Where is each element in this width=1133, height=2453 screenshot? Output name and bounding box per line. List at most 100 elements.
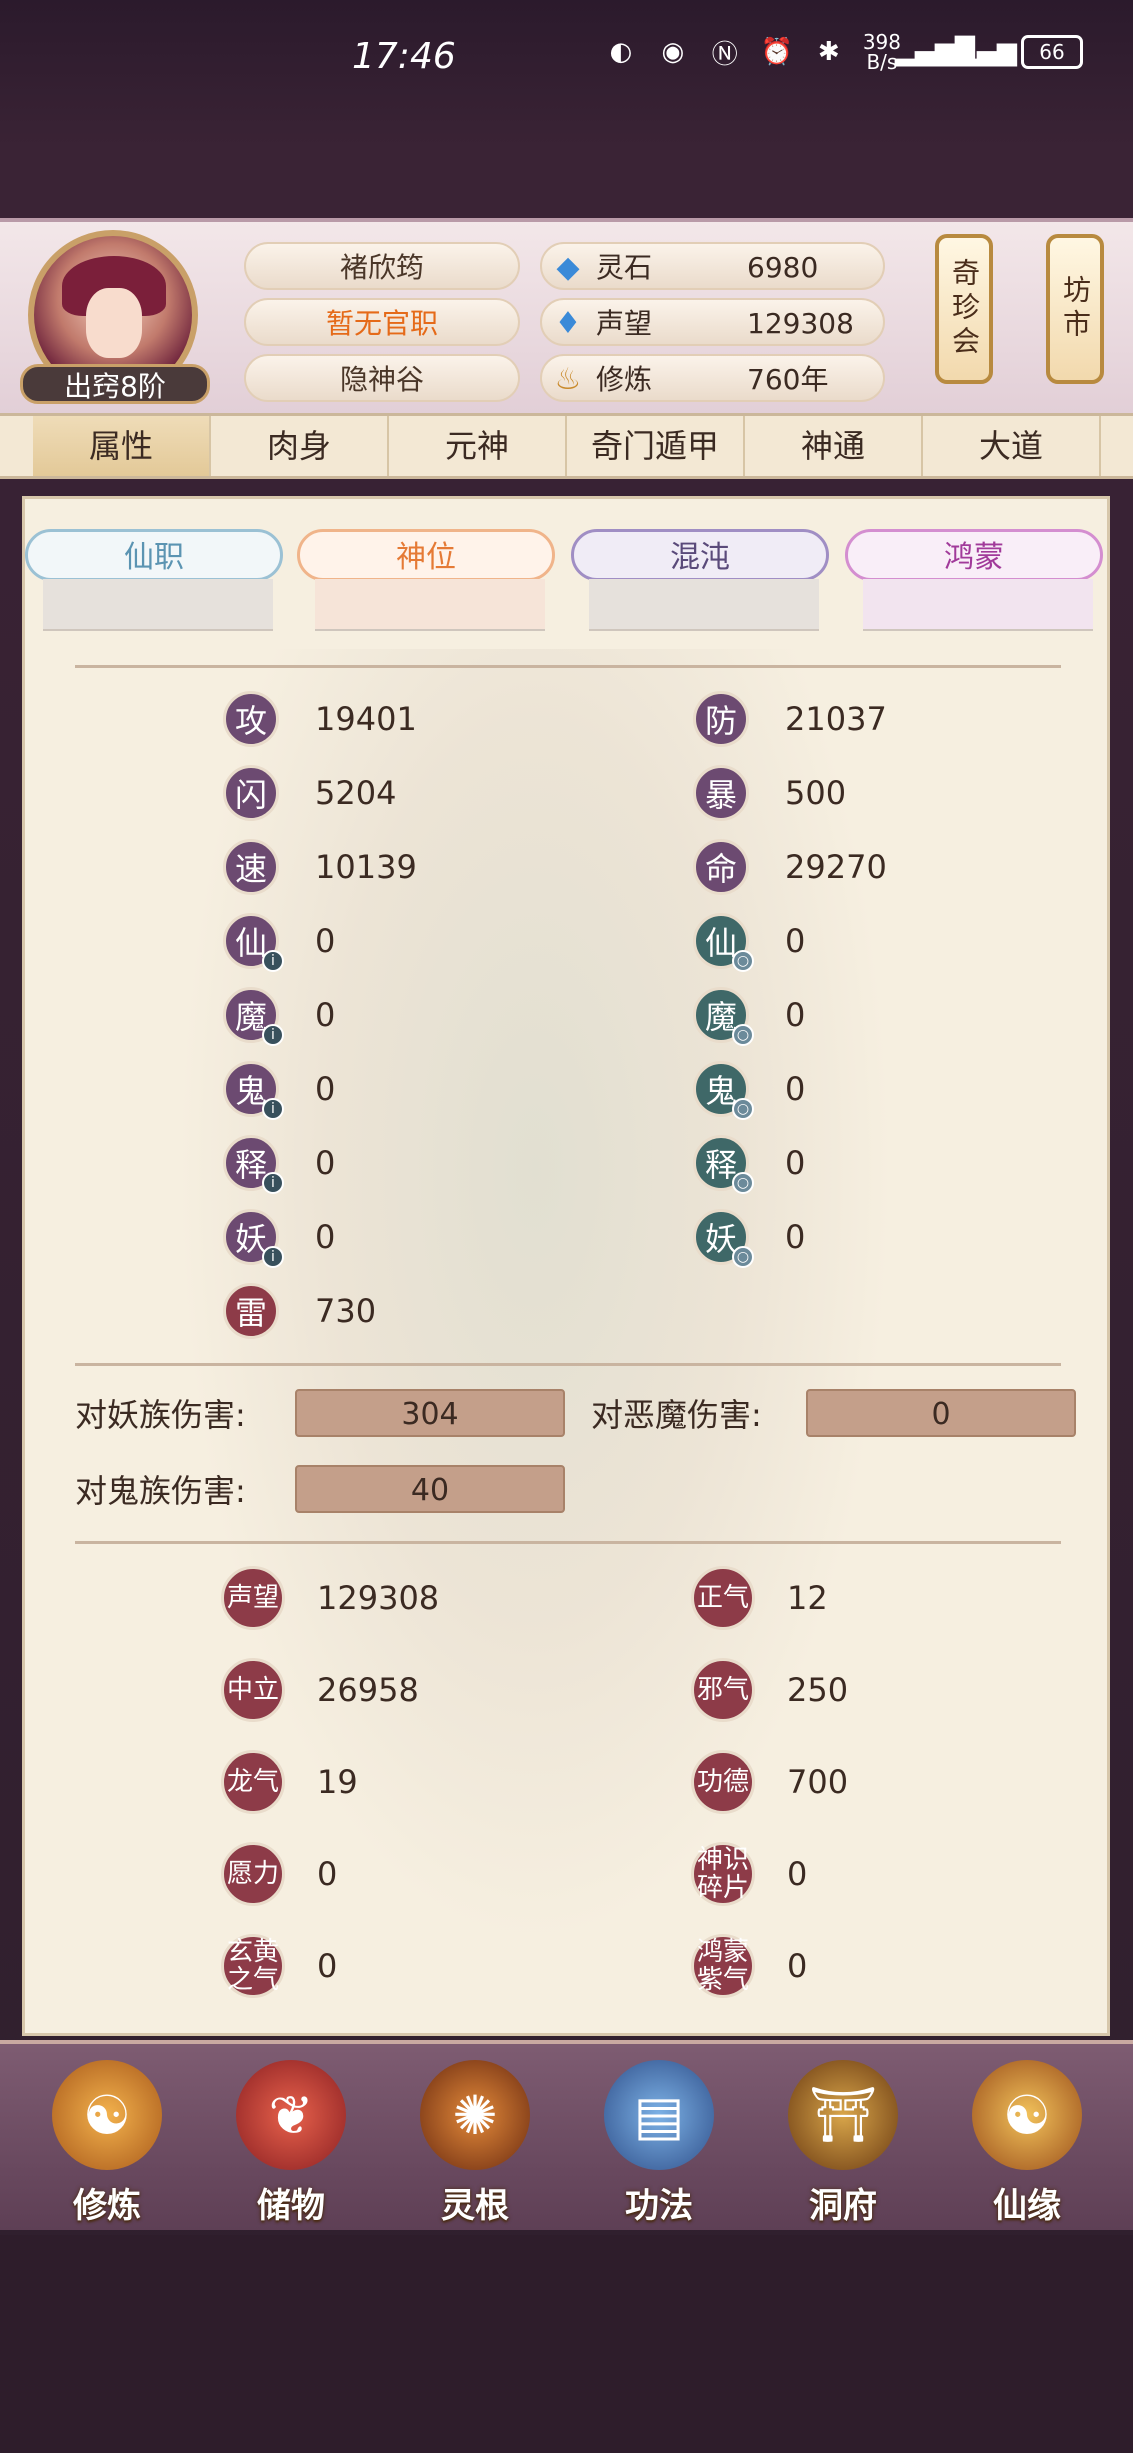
stat-badge: 命 (693, 839, 749, 895)
stat-value: 29270 (785, 848, 887, 886)
stat-buddha-defense: 释 ○ 0 (693, 1135, 806, 1194)
tab-spirit[interactable]: 元神 (389, 416, 567, 476)
resource-label: 灵石 (596, 251, 653, 284)
nav-storage[interactable]: ❦ 储物 (216, 2060, 366, 2230)
rank-tab-god-position[interactable]: 神位 (297, 529, 555, 581)
stat-badge: 暴 (693, 765, 749, 821)
stat-badge: 攻 (223, 691, 279, 747)
damage-label: 对鬼族伤害: (75, 1472, 246, 1510)
attr-badge: 玄黄之气 (221, 1934, 285, 1998)
tab-body[interactable]: 肉身 (211, 416, 389, 476)
stat-badge: 速 (223, 839, 279, 895)
damage-label: 对恶魔伤害: (591, 1396, 762, 1434)
stat-badge[interactable]: 仙i (223, 913, 284, 972)
attr-value: 250 (787, 1671, 849, 1709)
attr-badge: 正气 (691, 1566, 755, 1630)
triskelion-icon: ✺ (420, 2060, 530, 2170)
info-icon: i (262, 1172, 284, 1194)
stat-value: 0 (315, 1218, 336, 1256)
damage-value: 0 (806, 1389, 1076, 1437)
gourd-icon: ☯ (972, 2060, 1082, 2170)
stat-value: 0 (785, 922, 806, 960)
stat-demon-defense: 魔 ○ 0 (693, 987, 806, 1046)
stat-badge[interactable]: 仙 ○ (693, 913, 754, 972)
divider (75, 1541, 1061, 1544)
tab-attributes[interactable]: 属性 (33, 416, 211, 476)
rank-tab-hongmeng[interactable]: 鸿蒙 (845, 529, 1103, 581)
stat-badge[interactable]: 妖 ○ (693, 1209, 754, 1268)
attr-badge: 邪气 (691, 1658, 755, 1722)
attr-badge: 鸿蒙紫气 (691, 1934, 755, 1998)
stat-value: 0 (785, 1070, 806, 1108)
stat-attack: 攻 19401 (223, 691, 417, 747)
stat-yao-defense: 妖 ○ 0 (693, 1209, 805, 1268)
nav-label: 仙缘 (993, 2186, 1061, 2226)
meditating-figure-icon: ☯ (52, 2060, 162, 2170)
rank-slot (43, 579, 273, 631)
stat-badge[interactable]: 释 ○ (693, 1135, 754, 1194)
treasure-fair-button[interactable]: 奇珍会 (935, 234, 993, 384)
rank-tab-chaos[interactable]: 混沌 (571, 529, 829, 581)
status-bar: 17:46 ◐ ◉ Ⓝ ⏰ ✱ 398 B/s ▂▄▆█ ▂▄▆ 66 (0, 0, 1133, 110)
nav-label: 功法 (625, 2186, 693, 2226)
book-icon: ▤ (604, 2060, 714, 2170)
official-title: 暂无官职 (244, 298, 520, 346)
shield-icon: ○ (732, 1098, 754, 1120)
nav-label: 修炼 (73, 2186, 141, 2226)
nav-techniques[interactable]: ▤ 功法 (584, 2060, 734, 2230)
stat-speed: 速 10139 (223, 839, 417, 895)
tab-bar: 属性 肉身 元神 奇门遁甲 神通 大道 (0, 413, 1133, 479)
profile-header: 出窍8阶 褚欣筠 暂无官职 隐神谷 ◆ 灵石 6980 ♦ 声望 129308 … (0, 218, 1133, 413)
pavilion-icon: ⛩ (788, 2060, 898, 2170)
info-icon: i (262, 1246, 284, 1268)
stat-value: 0 (785, 996, 806, 1034)
shield-icon: ○ (732, 950, 754, 972)
nav-spirit-root[interactable]: ✺ 灵根 (400, 2060, 550, 2230)
character-name: 褚欣筠 (244, 242, 520, 290)
stat-demon-attack: 魔i 0 (223, 987, 335, 1046)
stat-ghost-attack: 鬼i 0 (223, 1061, 335, 1120)
clan-name: 隐神谷 (244, 354, 520, 402)
damage-label: 对妖族伤害: (75, 1396, 246, 1434)
attr-dragon-qi: 龙气 19 (221, 1749, 358, 1815)
stat-dodge: 闪 5204 (223, 765, 396, 821)
status-time: 17:46 (352, 36, 456, 77)
stat-value: 5204 (315, 774, 397, 812)
stat-badge[interactable]: 魔 ○ (693, 987, 754, 1046)
tab-dao[interactable]: 大道 (923, 416, 1101, 476)
network-speed-unit: B/s (866, 50, 898, 74)
attr-badge: 声望 (221, 1566, 285, 1630)
stat-hp: 命 29270 (693, 839, 887, 895)
nav-fate[interactable]: ☯ 仙缘 (952, 2060, 1102, 2230)
tab-qimen[interactable]: 奇门遁甲 (567, 416, 745, 476)
damage-value: 40 (295, 1465, 565, 1513)
shield-icon: ○ (732, 1172, 754, 1194)
rank-slot (863, 579, 1093, 631)
rank-slot (589, 579, 819, 631)
rank-badge: 出窍8阶 (20, 364, 210, 404)
attr-prestige: 声望 129308 (221, 1565, 439, 1631)
attr-badge: 愿力 (221, 1842, 285, 1906)
stat-ghost-defense: 鬼 ○ 0 (693, 1061, 806, 1120)
rank-tab-immortal-office[interactable]: 仙职 (25, 529, 283, 581)
stat-badge[interactable]: 鬼i (223, 1061, 284, 1120)
attr-value: 0 (317, 1855, 338, 1893)
stat-badge[interactable]: 妖i (223, 1209, 284, 1268)
resource-value: 760年 (747, 363, 829, 396)
cultivation-icon: ♨ (554, 362, 582, 397)
nav-cultivate[interactable]: ☯ 修炼 (32, 2060, 182, 2230)
attr-merit: 功德 700 (691, 1749, 848, 1815)
stat-badge[interactable]: 鬼 ○ (693, 1061, 754, 1120)
nav-cave[interactable]: ⛩ 洞府 (768, 2060, 918, 2230)
market-button[interactable]: 坊市 (1046, 234, 1104, 384)
tab-powers[interactable]: 神通 (745, 416, 923, 476)
stat-value: 0 (785, 1144, 806, 1182)
stat-badge[interactable]: 释i (223, 1135, 284, 1194)
resource-value: 129308 (747, 307, 854, 340)
eye-icon: ◉ (661, 37, 685, 67)
stat-value: 0 (315, 1144, 336, 1182)
resource-label: 声望 (596, 307, 653, 340)
status-icons: ◐ ◉ Ⓝ ⏰ ✱ 398 B/s ▂▄▆█ ▂▄▆ 66 (603, 32, 1083, 72)
resource-value: 6980 (747, 251, 819, 284)
stat-badge[interactable]: 魔i (223, 987, 284, 1046)
